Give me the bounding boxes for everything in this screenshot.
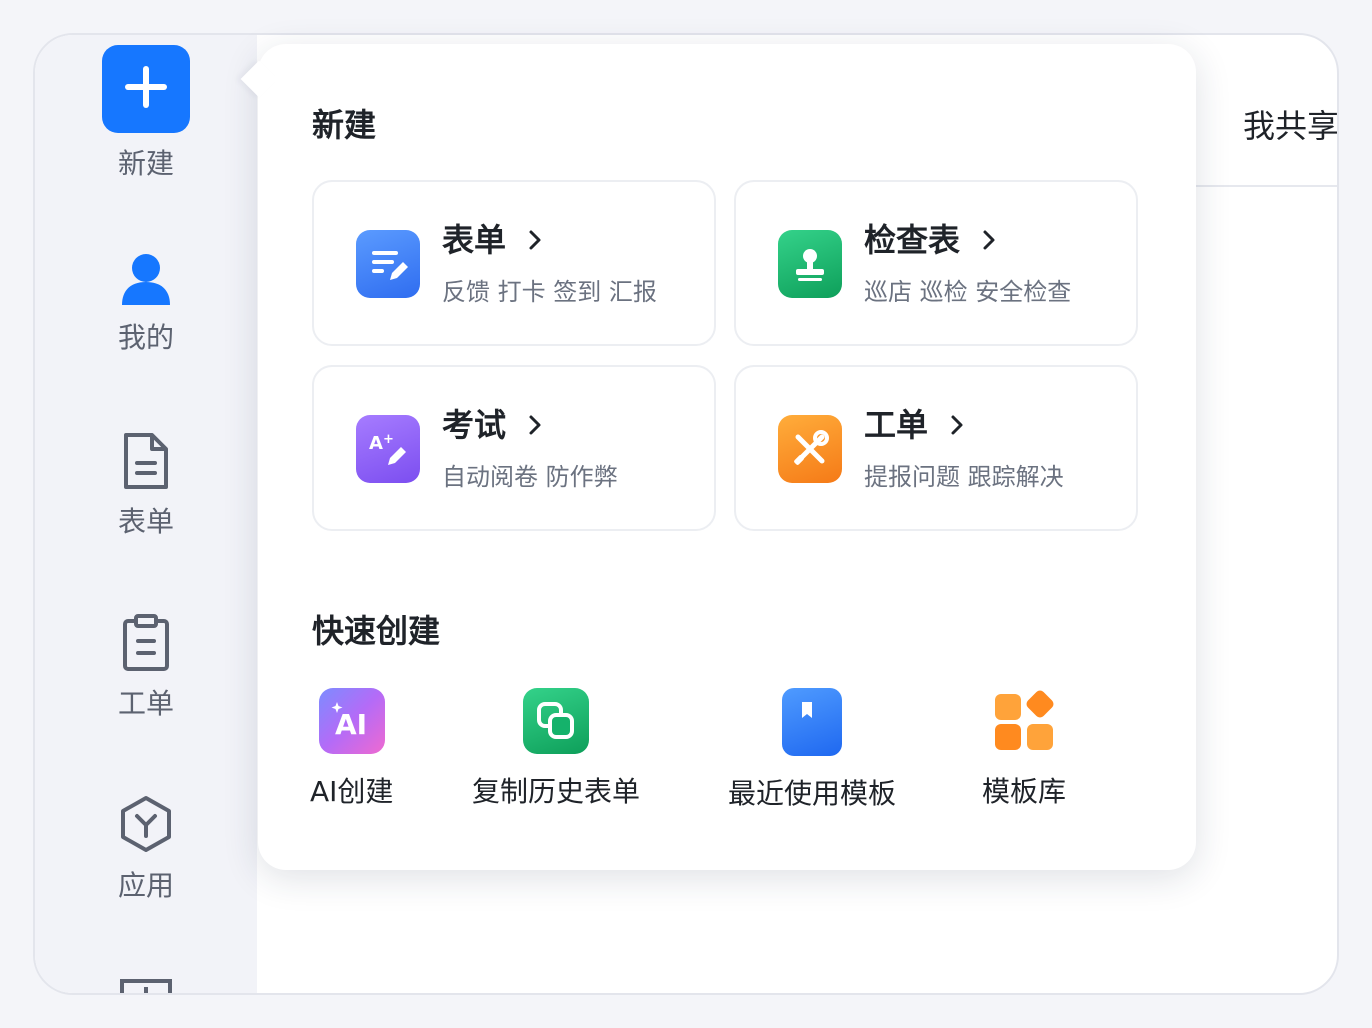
card-form[interactable]: 表单 反馈 打卡 签到 汇报	[312, 180, 716, 346]
ai-icon: AI	[318, 688, 385, 754]
svg-text:+: +	[383, 432, 394, 447]
bookmark-icon	[782, 688, 842, 756]
sidebar-item-new[interactable]: 新建	[35, 45, 257, 181]
form-edit-icon	[356, 230, 420, 298]
quick-item-ai-create[interactable]: AI AI创建	[310, 688, 393, 810]
quick-item-recent-templates[interactable]: 最近使用模板	[728, 688, 896, 812]
tab-shared[interactable]: 我共享	[1243, 101, 1337, 147]
quick-item-label: 最近使用模板	[728, 777, 897, 810]
quick-item-label: 复制历史表单	[472, 775, 641, 808]
sidebar-item-label: 应用	[117, 869, 174, 902]
plus-icon	[123, 64, 169, 114]
sidebar-item-apps[interactable]: 应用	[35, 793, 257, 903]
card-workorder[interactable]: 工单 提报问题 跟踪解决	[734, 365, 1138, 531]
sidebar: 新建 我的 表单 工单 应用	[35, 35, 257, 993]
card-subtitle: 反馈 打卡 签到 汇报	[442, 278, 657, 306]
card-subtitle: 自动阅卷 防作弊	[442, 463, 618, 491]
quick-create-title: 快速创建	[312, 612, 441, 650]
sidebar-item-mine[interactable]: 我的	[35, 251, 257, 355]
sidebar-item-label: 新建	[117, 147, 174, 180]
card-subtitle: 巡店 巡检 安全检查	[864, 278, 1072, 306]
card-title: 表单	[442, 221, 507, 259]
chevron-right-icon	[524, 229, 546, 251]
user-icon	[102, 251, 190, 307]
topbar-divider	[1195, 185, 1337, 187]
new-button[interactable]	[102, 45, 190, 133]
document-icon	[102, 431, 190, 491]
new-popover: 新建 表单 反馈 打卡 签到 汇报 检查表 巡店 巡检 安全检查 A + 考试 …	[240, 44, 1196, 870]
card-title: 考试	[442, 406, 507, 444]
quick-item-template-library[interactable]: 模板库	[982, 688, 1066, 810]
card-checklist[interactable]: 检查表 巡店 巡检 安全检查	[734, 180, 1138, 346]
chevron-right-icon	[524, 414, 546, 436]
template-grid-icon	[991, 688, 1057, 754]
quick-item-copy-form[interactable]: 复制历史表单	[472, 688, 640, 810]
svg-text:AI: AI	[335, 708, 367, 741]
sidebar-more-icon[interactable]	[120, 977, 172, 993]
chevron-right-icon	[946, 414, 968, 436]
sidebar-item-label: 表单	[117, 505, 174, 538]
card-title: 检查表	[864, 221, 961, 259]
stamp-icon	[778, 230, 842, 298]
exam-grade-icon: A +	[356, 415, 420, 483]
clipboard-icon	[102, 613, 190, 673]
sidebar-item-forms[interactable]: 表单	[35, 431, 257, 539]
tools-icon	[778, 415, 842, 483]
card-exam[interactable]: A + 考试 自动阅卷 防作弊	[312, 365, 716, 531]
sidebar-item-label: 工单	[117, 687, 174, 720]
new-section-title: 新建	[312, 106, 377, 144]
card-title: 工单	[864, 406, 929, 444]
quick-item-label: AI创建	[310, 775, 394, 808]
sidebar-item-label: 我的	[117, 321, 174, 354]
svg-text:A: A	[369, 433, 383, 454]
sidebar-item-workorder[interactable]: 工单	[35, 613, 257, 721]
hexagon-app-icon	[102, 793, 190, 855]
chevron-right-icon	[978, 229, 1000, 251]
copy-icon	[523, 688, 589, 754]
quick-item-label: 模板库	[982, 775, 1067, 808]
card-subtitle: 提报问题 跟踪解决	[864, 463, 1064, 491]
